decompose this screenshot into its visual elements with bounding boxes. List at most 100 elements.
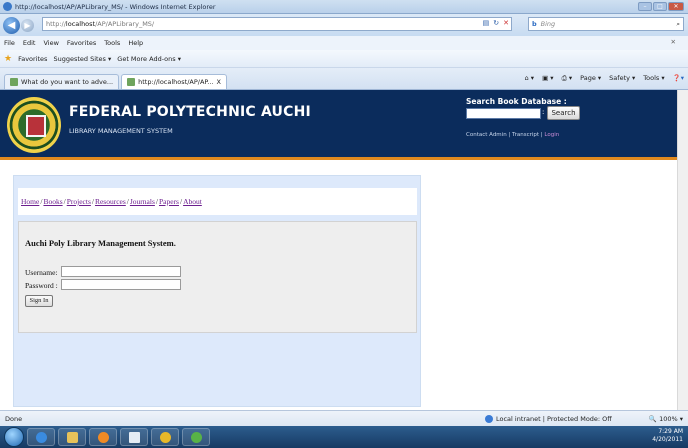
search-input[interactable]: b Bing ⌕ (528, 17, 684, 31)
start-button[interactable] (4, 427, 24, 447)
tab-page-icon (10, 78, 18, 86)
menu-favorites[interactable]: Favorites (67, 39, 96, 47)
book-search-input[interactable] (466, 108, 541, 119)
header-links: Contact Admin | Transcript | Login (466, 132, 559, 138)
menu-edit[interactable]: Edit (23, 39, 36, 47)
transcript-link[interactable]: Transcript (512, 132, 539, 138)
url-path: /AP/APLibrary_MS/ (95, 20, 155, 28)
window-controls: – □ ✕ (638, 2, 684, 11)
clock-time[interactable]: 7:29 AM (652, 428, 683, 436)
tab-localhost[interactable]: http://localhost/AP/AP... X (121, 74, 227, 89)
zone-text: Local intranet | Protected Mode: Off (496, 415, 612, 423)
zoom-level[interactable]: 🔍 100% ▾ (649, 415, 683, 423)
status-bar: Done Local intranet | Protected Mode: Of… (0, 410, 688, 426)
search-placeholder: Bing (540, 20, 556, 28)
get-addons[interactable]: Get More Add-ons ▾ (117, 55, 181, 63)
help-icon[interactable]: ❓▾ (673, 74, 684, 83)
url-prefix: http:// (46, 20, 66, 28)
clock-date[interactable]: 4/20/2011 (652, 436, 683, 444)
close-button[interactable]: ✕ (668, 2, 684, 11)
windows-taskbar: 7:29 AM 4/20/2011 (0, 426, 688, 448)
tools-menu[interactable]: Tools ▾ (643, 74, 664, 83)
menu-tools[interactable]: Tools (104, 39, 120, 47)
print-icon[interactable]: ⎙ ▾ (562, 74, 573, 83)
tab-page-icon (127, 78, 136, 86)
bing-icon: b (532, 20, 537, 28)
menu-file[interactable]: File (4, 39, 15, 47)
favorites-bar: ★ Favorites Suggested Sites ▾ Get More A… (0, 50, 688, 68)
menu-bar: File Edit View Favorites Tools Help ✕ (0, 36, 688, 50)
system-tray: 7:29 AM 4/20/2011 (652, 428, 683, 444)
search-db-label: Search Book Database : (466, 97, 567, 106)
close-menu-icon[interactable]: ✕ (671, 38, 676, 46)
password-label: Password : (25, 281, 58, 290)
menu-help[interactable]: Help (128, 39, 143, 47)
favorites-star-icon[interactable]: ★ (4, 54, 12, 64)
zoom-text: 100% (659, 415, 678, 423)
feeds-icon[interactable]: ▣ ▾ (542, 74, 553, 83)
site-header: FEDERAL POLYTECHNIC AUCHI LIBRARY MANAGE… (0, 90, 688, 160)
site-subtitle: LIBRARY MANAGEMENT SYSTEM (69, 127, 173, 135)
ie-icon (3, 2, 12, 11)
site-title: FEDERAL POLYTECHNIC AUCHI (69, 104, 311, 120)
page-menu[interactable]: Page ▾ (580, 74, 601, 83)
home-icon[interactable]: ⌂ ▾ (525, 74, 534, 83)
window-title: http://localhost/AP/APLibrary_MS/ - Wind… (15, 2, 216, 11)
command-bar: ⌂ ▾ ▣ ▾ ⎙ ▾ Page ▾ Safety ▾ Tools ▾ ❓▾ (525, 74, 684, 83)
minimize-button[interactable]: – (638, 2, 652, 11)
nav-journals[interactable]: Journals (130, 197, 155, 206)
nav-resources[interactable]: Resources (95, 197, 126, 206)
navigation-bar: ◀ ▶ http://localhost/AP/APLibrary_MS/ ▤ … (0, 14, 688, 36)
safety-menu[interactable]: Safety ▾ (609, 74, 635, 83)
stop-icon[interactable]: ✕ (503, 19, 509, 27)
ie-active-icon (190, 431, 202, 443)
login-heading: Auchi Poly Library Management System. (25, 238, 176, 248)
folder-icon (66, 431, 78, 443)
search-icon[interactable]: ⌕ (676, 20, 680, 29)
content-panel: Home / Books / Projects / Resources / Journa… (13, 175, 421, 407)
favorites-label[interactable]: Favorites (18, 55, 47, 63)
taskbar-explorer[interactable] (58, 428, 86, 446)
media-player-icon (97, 431, 109, 443)
intranet-icon (485, 415, 493, 423)
tab-adventure[interactable]: What do you want to adve... (4, 74, 120, 89)
taskbar-media[interactable] (89, 428, 117, 446)
username-label: Username: (25, 268, 58, 277)
compat-icon[interactable]: ▤ (483, 19, 490, 27)
search-colon: : (542, 108, 545, 116)
tab-label: What do you want to adve... (21, 78, 114, 86)
url-host: localhost (65, 20, 96, 28)
nav-home[interactable]: Home (21, 197, 39, 206)
back-button[interactable]: ◀ (3, 16, 20, 34)
nav-about[interactable]: About (183, 197, 202, 206)
site-nav: Home / Books / Projects / Resources / Journa… (18, 188, 417, 215)
menu-view[interactable]: View (43, 39, 58, 47)
taskbar-ie-active[interactable] (182, 428, 210, 446)
taskbar-ie[interactable] (27, 428, 55, 446)
app-icon (159, 431, 171, 443)
ie-taskbar-icon (35, 431, 47, 443)
contact-admin-link[interactable]: Contact Admin (466, 132, 507, 138)
taskbar-app[interactable] (151, 428, 179, 446)
status-text: Done (5, 415, 23, 423)
search-button[interactable]: Search (547, 106, 580, 120)
page-body: Home / Books / Projects / Resources / Journa… (0, 163, 688, 410)
password-field[interactable] (61, 279, 181, 290)
sign-in-button[interactable]: Sign In (25, 295, 53, 307)
polytechnic-crest-logo (7, 97, 61, 153)
username-field[interactable] (61, 266, 181, 277)
nav-projects[interactable]: Projects (67, 197, 91, 206)
address-bar[interactable]: http://localhost/AP/APLibrary_MS/ ▤ ↻ ✕ (42, 17, 512, 31)
nav-books[interactable]: Books (43, 197, 62, 206)
window-titlebar: http://localhost/AP/APLibrary_MS/ - Wind… (0, 0, 688, 14)
refresh-icon[interactable]: ↻ (493, 19, 499, 27)
tab-label: http://localhost/AP/AP... (138, 78, 214, 86)
page-scrollbar[interactable] (677, 90, 688, 410)
login-link[interactable]: Login (544, 132, 559, 138)
tab-close-icon[interactable]: X (217, 78, 221, 86)
suggested-sites[interactable]: Suggested Sites ▾ (53, 55, 111, 63)
nav-papers[interactable]: Papers (159, 197, 179, 206)
taskbar-notepad[interactable] (120, 428, 148, 446)
maximize-button[interactable]: □ (653, 2, 667, 11)
forward-button[interactable]: ▶ (21, 18, 34, 32)
